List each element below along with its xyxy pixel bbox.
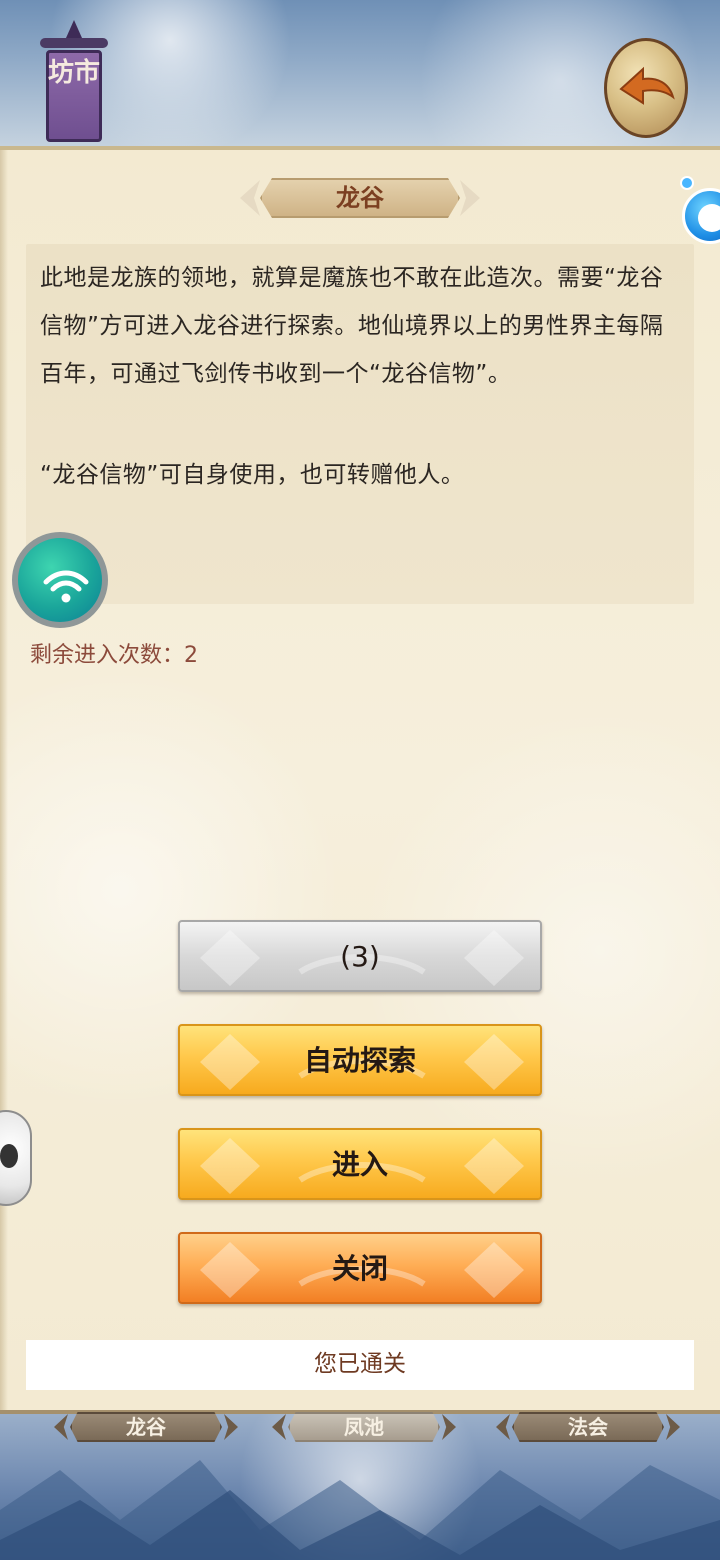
title-text: 龙谷: [336, 184, 384, 212]
back-arrow-icon: [619, 66, 675, 105]
tab-dragon-valley[interactable]: 龙谷: [54, 1410, 238, 1446]
close-button[interactable]: 关闭: [178, 1232, 542, 1304]
remaining-entries: 剩余进入次数：2: [30, 643, 198, 668]
assistant-face: [698, 204, 720, 232]
countdown-label: (3): [340, 940, 380, 973]
wifi-icon[interactable]: [12, 532, 108, 628]
tab-right-ornament: [666, 1414, 680, 1440]
close-label: 关闭: [331, 1252, 388, 1285]
wifi-glyph: [43, 570, 89, 603]
back-button[interactable]: [604, 38, 688, 138]
description-paragraph-1: 此地是龙族的领地，就算是魔族也不敢在此造次。需要“龙谷信物”方可进入龙谷进行探索…: [40, 265, 664, 387]
banner-pole: [40, 38, 108, 48]
auto-explore-button[interactable]: 自动探索: [178, 1024, 542, 1096]
auto-explore-label: 自动探索: [303, 1044, 416, 1077]
tab-left-ornament: [272, 1414, 286, 1440]
description-paragraph-2: “龙谷信物”可自身使用，也可转赠他人。: [40, 462, 465, 488]
title-left-ornament: [240, 180, 260, 216]
tab-label: 法会: [568, 1415, 608, 1439]
banner-cap: [66, 20, 82, 38]
tab-phoenix-pool[interactable]: 凤池: [272, 1410, 456, 1446]
tab-left-ornament: [54, 1414, 68, 1440]
assistant-bot-icon[interactable]: [676, 176, 720, 246]
tab-dharma-assembly[interactable]: 法会: [496, 1410, 680, 1446]
panda-icon[interactable]: [0, 1110, 32, 1206]
market-banner[interactable]: 坊市: [40, 20, 108, 142]
dialog-edge-shadow: [0, 150, 8, 1410]
enter-button[interactable]: 进入: [178, 1128, 542, 1200]
tab-right-ornament: [224, 1414, 238, 1440]
market-label: 坊市: [47, 58, 100, 88]
tab-label: 龙谷: [126, 1415, 166, 1439]
countdown-button[interactable]: (3): [178, 920, 542, 992]
tab-label: 凤池: [344, 1415, 384, 1439]
assistant-antenna: [680, 176, 694, 190]
panda-eye: [0, 1144, 18, 1168]
cleared-status: 您已通关: [26, 1340, 694, 1390]
title-right-ornament: [460, 180, 480, 216]
tab-right-ornament: [442, 1414, 456, 1440]
enter-label: 进入: [331, 1148, 388, 1181]
tab-left-ornament: [496, 1414, 510, 1440]
dialog-title: 龙谷: [240, 176, 480, 220]
mountain-silhouette: [0, 1460, 720, 1560]
